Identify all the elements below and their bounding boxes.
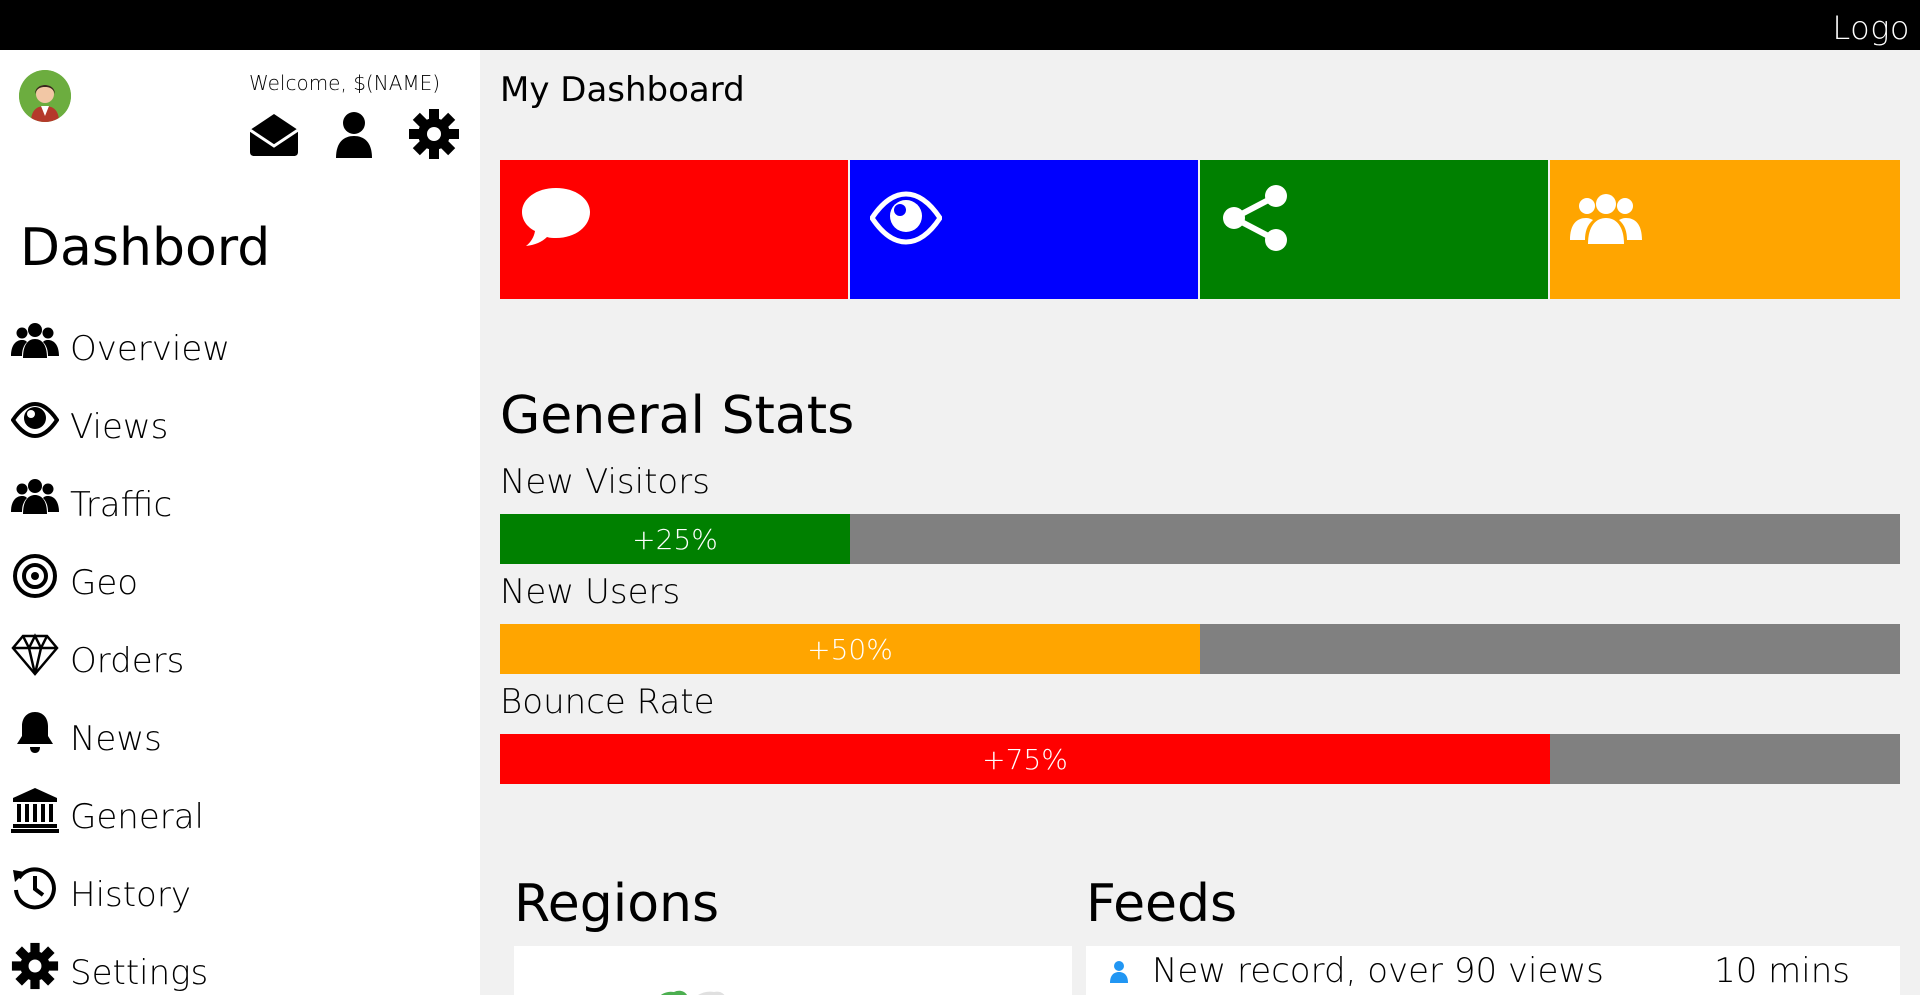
progress-fill: +75% bbox=[500, 734, 1550, 784]
cog-icon bbox=[10, 941, 60, 991]
envelope-icon[interactable] bbox=[248, 106, 328, 162]
users-icon bbox=[10, 473, 60, 523]
progress-value: +25% bbox=[632, 522, 718, 556]
tile-shares[interactable] bbox=[1200, 160, 1550, 299]
sidebar-item-views[interactable]: Views bbox=[0, 381, 480, 459]
sidebar-item-label: Traffic bbox=[70, 485, 173, 525]
bullseye-icon bbox=[10, 551, 60, 601]
logo[interactable]: Logo bbox=[1832, 9, 1910, 47]
sidebar-item-traffic[interactable]: Traffic bbox=[0, 459, 480, 537]
sidebar-item-label: Settings bbox=[70, 953, 209, 993]
user-icon bbox=[1110, 961, 1128, 983]
progress-bar-bounce-rate: +75% bbox=[500, 734, 1900, 784]
sidebar-item-geo[interactable]: Geo bbox=[0, 537, 480, 615]
avatar-icon bbox=[19, 70, 71, 122]
sidebar-item-news[interactable]: News bbox=[0, 693, 480, 771]
page-title: My Dashboard bbox=[500, 70, 745, 110]
user-icon[interactable] bbox=[328, 106, 408, 162]
feed-text: New record, over 90 views bbox=[1152, 951, 1604, 991]
feed-time: 10 mins bbox=[1714, 951, 1850, 991]
regions-map bbox=[514, 946, 1072, 995]
summary-tiles bbox=[500, 160, 1900, 299]
stat-label-new-users: New Users bbox=[500, 572, 681, 612]
sidebar-item-settings[interactable]: Settings bbox=[0, 927, 480, 995]
welcome-text: Welcome, $(NAME) bbox=[249, 71, 441, 95]
avatar[interactable] bbox=[19, 70, 71, 122]
bell-icon bbox=[10, 707, 60, 757]
main-content: My Dashboard General Stats New Visitors … bbox=[480, 50, 1920, 995]
users-icon bbox=[1570, 194, 1642, 244]
sidebar-item-overview[interactable]: Overview bbox=[0, 303, 480, 381]
tile-comments[interactable] bbox=[500, 160, 850, 299]
cog-icon[interactable] bbox=[408, 106, 488, 162]
eye-icon bbox=[10, 395, 60, 445]
sidebar-nav: Overview Views Traffic Geo Orders News G… bbox=[0, 303, 480, 995]
stat-label-bounce-rate: Bounce Rate bbox=[500, 682, 715, 722]
top-bar: Logo bbox=[0, 0, 1920, 50]
sidebar-title: Dashbord bbox=[20, 218, 271, 278]
users-icon bbox=[10, 317, 60, 367]
stats-title: General Stats bbox=[500, 386, 855, 446]
sidebar-item-general[interactable]: General bbox=[0, 771, 480, 849]
comment-icon bbox=[522, 188, 590, 246]
sidebar-item-label: General bbox=[70, 797, 204, 837]
feeds-title: Feeds bbox=[1086, 874, 1238, 934]
sidebar-item-label: History bbox=[70, 875, 191, 915]
share-icon bbox=[1223, 185, 1287, 251]
sidebar-item-orders[interactable]: Orders bbox=[0, 615, 480, 693]
diamond-icon bbox=[10, 629, 60, 679]
progress-fill: +50% bbox=[500, 624, 1200, 674]
sidebar-item-label: News bbox=[70, 719, 162, 759]
feed-item[interactable]: New record, over 90 views 10 mins bbox=[1086, 946, 1900, 995]
sidebar-item-history[interactable]: History bbox=[0, 849, 480, 927]
sidebar: Welcome, $(NAME) Dashbord Overview Views… bbox=[0, 50, 480, 995]
feeds-list: New record, over 90 views 10 mins bbox=[1086, 946, 1900, 995]
sidebar-item-label: Geo bbox=[70, 563, 139, 603]
progress-bar-new-visitors: +25% bbox=[500, 514, 1900, 564]
tile-views[interactable] bbox=[850, 160, 1200, 299]
sidebar-item-label: Overview bbox=[70, 329, 231, 369]
regions-title: Regions bbox=[514, 874, 720, 934]
progress-value: +50% bbox=[807, 632, 893, 666]
bank-icon bbox=[10, 785, 60, 835]
progress-fill: +25% bbox=[500, 514, 850, 564]
sidebar-item-label: Orders bbox=[70, 641, 185, 681]
eye-icon bbox=[870, 191, 942, 245]
sidebar-item-label: Views bbox=[70, 407, 169, 447]
progress-bar-new-users: +50% bbox=[500, 624, 1900, 674]
tile-users[interactable] bbox=[1550, 160, 1900, 299]
history-icon bbox=[10, 863, 60, 913]
progress-value: +75% bbox=[982, 742, 1068, 776]
stat-label-new-visitors: New Visitors bbox=[500, 462, 710, 502]
sidebar-header-icons bbox=[248, 106, 488, 162]
map-icon bbox=[660, 990, 725, 995]
